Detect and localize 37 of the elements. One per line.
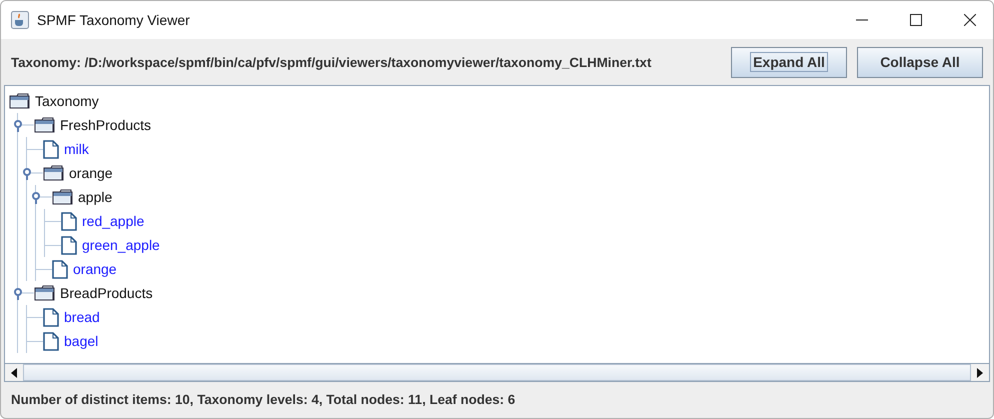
file-icon <box>52 260 68 278</box>
horizontal-scrollbar[interactable] <box>4 364 990 382</box>
tree-node[interactable]: red_apple <box>82 213 144 229</box>
maximize-icon[interactable] <box>910 14 922 26</box>
expand-all-button[interactable]: Expand All <box>731 46 847 78</box>
tree-node[interactable]: bagel <box>64 333 98 349</box>
cup-icon <box>11 11 29 29</box>
scroll-left-icon[interactable] <box>5 364 23 381</box>
file-icon <box>43 140 59 158</box>
tree-node[interactable]: apple <box>78 189 112 205</box>
status-text: Number of distinct items: 10, Taxonomy levels: 4, Total nodes: 11, Leaf nodes: 6 <box>10 391 516 409</box>
scroll-right-icon[interactable] <box>971 364 989 381</box>
file-icon <box>61 212 77 230</box>
folder-icon <box>34 117 55 133</box>
file-icon <box>43 308 59 326</box>
expanded-handle-icon[interactable] <box>22 166 43 180</box>
collapse-all-button[interactable]: Collapse All <box>857 46 983 78</box>
window-title: SPMF Taxonomy Viewer <box>37 12 191 28</box>
path-label: Taxonomy: /D:/workspace/spmf/bin/ca/pfv/spmf/gui/viewers/taxonomyviewer/taxonomy_CLHMiner.txt <box>11 54 652 70</box>
close-icon[interactable] <box>964 14 976 26</box>
tree-node[interactable]: green_apple <box>82 237 160 253</box>
expanded-handle-icon[interactable] <box>31 190 52 204</box>
file-icon <box>43 332 59 350</box>
tree-node[interactable]: bread <box>64 309 100 325</box>
expanded-handle-icon[interactable] <box>13 286 34 300</box>
expanded-handle-icon[interactable] <box>13 118 34 132</box>
tree-node[interactable]: orange <box>69 165 113 181</box>
folder-icon <box>34 285 55 301</box>
tree-node[interactable]: orange <box>73 261 117 277</box>
folder-icon <box>52 189 73 205</box>
tree-node[interactable]: Taxonomy <box>35 93 99 109</box>
folder-icon <box>9 93 30 109</box>
folder-icon <box>43 165 64 181</box>
tree-node[interactable]: milk <box>64 141 89 157</box>
tree-node[interactable]: BreadProducts <box>60 285 153 301</box>
tree-node[interactable]: FreshProducts <box>60 117 152 133</box>
file-icon <box>61 236 77 254</box>
